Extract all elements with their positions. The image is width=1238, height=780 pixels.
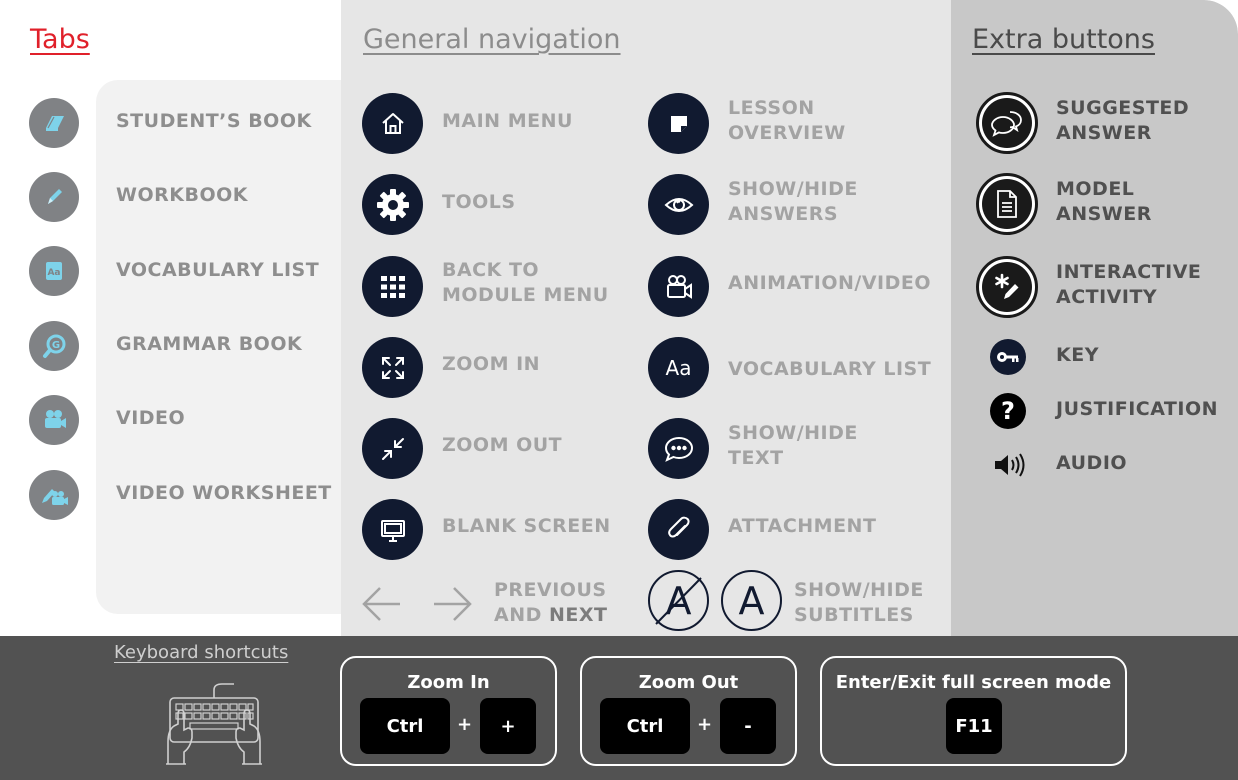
speaker-icon[interactable] <box>992 450 1028 480</box>
home-icon[interactable] <box>362 93 423 154</box>
extra-label-audio[interactable]: AUDIO <box>1056 451 1127 476</box>
nav-label-blank-screen[interactable]: BLANK SCREEN <box>442 514 611 539</box>
aa-icon[interactable]: Aa <box>648 337 709 398</box>
nav-label-animation-video[interactable]: ANIMATION/VIDEO <box>728 271 931 296</box>
general-navigation-column <box>341 0 951 636</box>
extra-buttons-heading: Extra buttons <box>972 24 1155 55</box>
next-arrow-icon[interactable] <box>430 584 474 624</box>
tabs-heading: Tabs <box>30 24 90 55</box>
nav-label-attachment[interactable]: ATTACHMENT <box>728 514 876 539</box>
nav-label-show-hide-answers[interactable]: SHOW/HIDE ANSWERS <box>728 177 858 227</box>
interactive-pencil-icon[interactable] <box>976 256 1038 318</box>
nav-label-previous-and-next: PREVIOUS AND NEXT <box>494 578 608 628</box>
nav-label-zoom-in[interactable]: ZOOM IN <box>442 352 540 377</box>
extra-label-suggested-answer[interactable]: SUGGESTED ANSWER <box>1056 96 1189 146</box>
tab-label-video-worksheet[interactable]: VIDEO WORKSHEET <box>116 481 332 506</box>
lesson-overview-icon[interactable] <box>648 93 709 154</box>
previous-label: PREVIOUS <box>494 579 607 601</box>
zoom-in-icon[interactable] <box>362 337 423 398</box>
help-screen: Tabs General navigation Extra buttons ST… <box>0 0 1238 780</box>
extra-label-interactive-activity[interactable]: INTERACTIVE ACTIVITY <box>1056 260 1201 310</box>
next-label: NEXT <box>549 604 608 626</box>
shortcut-zoom-in-title: Zoom In <box>407 672 490 693</box>
workbook-icon[interactable] <box>29 172 79 222</box>
and-label: AND <box>494 604 549 626</box>
aa-icon-glyph: Aa <box>665 355 692 380</box>
extra-label-key[interactable]: KEY <box>1056 343 1099 368</box>
subtitles-on-icon[interactable]: A <box>721 570 782 631</box>
chat-bubbles-icon[interactable] <box>976 92 1038 154</box>
tab-label-students-book[interactable]: STUDENT’S BOOK <box>116 109 312 134</box>
grid-icon[interactable] <box>362 256 423 317</box>
shortcut-zoom-out-title: Zoom Out <box>638 672 739 693</box>
plus-sign: + <box>457 714 473 735</box>
subtitles-on-glyph: A <box>738 578 765 623</box>
vocabulary-list-icon[interactable]: Aa <box>29 246 79 296</box>
shortcut-fullscreen-title: Enter/Exit full screen mode <box>835 672 1112 693</box>
nav-label-main-menu[interactable]: MAIN MENU <box>442 109 573 134</box>
tab-label-video[interactable]: VIDEO <box>116 406 185 431</box>
nav-label-vocabulary-list[interactable]: VOCABULARY LIST <box>728 357 931 382</box>
previous-arrow-icon[interactable] <box>360 584 404 624</box>
nav-label-show-hide-subtitles[interactable]: SHOW/HIDE SUBTITLES <box>794 578 924 628</box>
keyboard-shortcuts-title: Keyboard shortcuts <box>114 642 289 663</box>
video-icon[interactable] <box>29 395 79 445</box>
keyboard-shortcuts-bar: Keyboard shortcuts Zoom In Ctrl + + Zoom… <box>0 636 1238 780</box>
students-book-icon[interactable] <box>29 98 79 148</box>
tab-label-vocabulary-list[interactable]: VOCABULARY LIST <box>116 258 319 283</box>
shortcut-zoom-out: Zoom Out Ctrl + - <box>580 656 797 766</box>
general-navigation-heading: General navigation <box>363 24 621 55</box>
tab-label-workbook[interactable]: WORKBOOK <box>116 183 248 208</box>
nav-label-back-to-module-menu[interactable]: BACK TO MODULE MENU <box>442 258 609 308</box>
video-worksheet-icon[interactable] <box>29 470 79 520</box>
shortcut-zoom-in: Zoom In Ctrl + + <box>340 656 557 766</box>
key-icon[interactable] <box>990 339 1026 375</box>
nav-label-tools[interactable]: TOOLS <box>442 190 516 215</box>
tab-label-grammar-book[interactable]: GRAMMAR BOOK <box>116 332 302 357</box>
nav-label-lesson-overview[interactable]: LESSON OVERVIEW <box>728 96 846 146</box>
plus-key: + <box>480 698 536 754</box>
shortcut-fullscreen: Enter/Exit full screen mode F11 <box>820 656 1127 766</box>
plus-sign: + <box>697 714 713 735</box>
extra-label-justification[interactable]: JUSTIFICATION <box>1056 397 1218 422</box>
f11-key: F11 <box>946 698 1002 754</box>
paperclip-icon[interactable] <box>648 499 709 560</box>
nav-label-show-hide-text[interactable]: SHOW/HIDE TEXT <box>728 421 858 471</box>
eye-icon[interactable] <box>648 174 709 235</box>
ctrl-key: Ctrl <box>600 698 690 754</box>
svg-text:Aa: Aa <box>47 268 60 278</box>
document-icon[interactable] <box>976 173 1038 235</box>
zoom-out-icon[interactable] <box>362 418 423 479</box>
blank-screen-icon[interactable] <box>362 499 423 560</box>
question-icon[interactable]: ? <box>990 393 1026 429</box>
keyboard-icon <box>166 683 262 765</box>
extra-label-model-answer[interactable]: MODEL ANSWER <box>1056 177 1152 227</box>
grammar-book-icon[interactable]: G <box>29 321 79 371</box>
video-camera-icon[interactable] <box>648 256 709 317</box>
svg-text:G: G <box>52 340 60 351</box>
gear-icon[interactable] <box>362 174 423 235</box>
nav-label-zoom-out[interactable]: ZOOM OUT <box>442 433 562 458</box>
speech-bubble-icon[interactable] <box>648 418 709 479</box>
ctrl-key: Ctrl <box>360 698 450 754</box>
minus-key: - <box>720 698 776 754</box>
subtitles-off-icon[interactable]: A <box>648 570 709 631</box>
